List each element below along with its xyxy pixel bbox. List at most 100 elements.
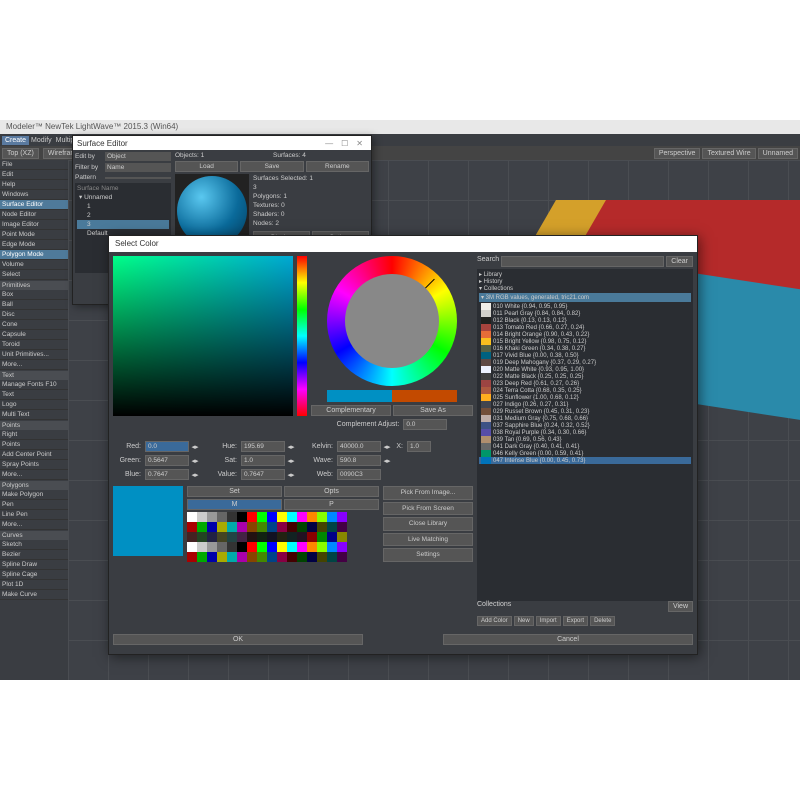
tab[interactable]: Create: [2, 136, 29, 145]
color-item[interactable]: 012 Black {0.13, 0.13, 0.12}: [479, 317, 691, 324]
green-input[interactable]: 0.5647: [145, 455, 189, 466]
sidebar-item[interactable]: Point Mode: [0, 230, 68, 240]
color-item[interactable]: 024 Terra Cotta {0.68, 0.35, 0.25}: [479, 387, 691, 394]
sidebar-item[interactable]: Help: [0, 180, 68, 190]
sidebar-item[interactable]: Points: [0, 440, 68, 450]
sidebar-item[interactable]: Make Curve: [0, 590, 68, 600]
opts-button[interactable]: Opts: [284, 486, 379, 497]
sidebar-item[interactable]: Multi Text: [0, 410, 68, 420]
ok-button[interactable]: OK: [113, 634, 363, 645]
load-button[interactable]: Load: [175, 161, 238, 172]
palette-swatch[interactable]: [277, 512, 287, 522]
palette-swatch[interactable]: [327, 512, 337, 522]
sidebar-item[interactable]: Text: [0, 390, 68, 400]
palette-swatch[interactable]: [337, 542, 347, 552]
web-input[interactable]: 0090C3: [337, 469, 381, 480]
palette-swatch[interactable]: [217, 532, 227, 542]
color-item[interactable]: 016 Khaki Green {0.34, 0.38, 0.27}: [479, 345, 691, 352]
palette-swatch[interactable]: [277, 532, 287, 542]
palette-swatch[interactable]: [207, 522, 217, 532]
list-item[interactable]: 2: [77, 211, 169, 220]
palette-swatch[interactable]: [197, 532, 207, 542]
palette-swatch[interactable]: [327, 522, 337, 532]
pick-image-button[interactable]: Pick From Image...: [383, 486, 473, 500]
sidebar-item[interactable]: Logo: [0, 400, 68, 410]
palette-swatch[interactable]: [297, 522, 307, 532]
sidebar-item[interactable]: Spray Points: [0, 460, 68, 470]
sidebar-item[interactable]: Add Center Point: [0, 450, 68, 460]
color-item[interactable]: 029 Russet Brown {0.45, 0.31, 0.23}: [479, 408, 691, 415]
palette-swatch[interactable]: [287, 512, 297, 522]
color-item[interactable]: 047 Intense Blue {0.00, 0.45, 0.73}: [479, 457, 691, 464]
palette-swatch[interactable]: [247, 522, 257, 532]
addcolor-button[interactable]: Add Color: [477, 616, 512, 626]
palette-swatch[interactable]: [237, 542, 247, 552]
sidebar-item[interactable]: Select: [0, 270, 68, 280]
palette-swatch[interactable]: [197, 552, 207, 562]
export-button[interactable]: Export: [563, 616, 588, 626]
color-library-tree[interactable]: ▸ Library▸ History▾ Collections▾ 3M RGB …: [477, 269, 693, 601]
sidebar-item[interactable]: Node Editor: [0, 210, 68, 220]
palette-swatch[interactable]: [317, 512, 327, 522]
palette-swatch[interactable]: [287, 522, 297, 532]
sidebar-item[interactable]: Volume: [0, 260, 68, 270]
palette-swatch[interactable]: [207, 542, 217, 552]
val-input[interactable]: 0.7647: [241, 469, 285, 480]
sidebar-item[interactable]: Spline Cage: [0, 570, 68, 580]
palette-swatch[interactable]: [247, 512, 257, 522]
palette-swatch[interactable]: [327, 532, 337, 542]
palette-swatch[interactable]: [297, 552, 307, 562]
save-button[interactable]: Save: [240, 161, 303, 172]
sat-input[interactable]: 1.0: [241, 455, 285, 466]
palette-swatch[interactable]: [337, 512, 347, 522]
shade2-dropdown[interactable]: Textured Wire: [702, 148, 755, 159]
color-item[interactable]: 046 Kelly Green {0.00, 0.59, 0.41}: [479, 450, 691, 457]
color-palette[interactable]: [187, 512, 347, 562]
palette-swatch[interactable]: [187, 552, 197, 562]
sidebar-item[interactable]: Pen: [0, 500, 68, 510]
palette-swatch[interactable]: [247, 552, 257, 562]
palette-swatch[interactable]: [207, 512, 217, 522]
pattern-input[interactable]: [105, 177, 171, 179]
sidebar-item[interactable]: Edge Mode: [0, 240, 68, 250]
palette-swatch[interactable]: [217, 542, 227, 552]
color-item[interactable]: 013 Tomato Red {0.66, 0.27, 0.24}: [479, 324, 691, 331]
palette-swatch[interactable]: [247, 542, 257, 552]
palette-swatch[interactable]: [187, 532, 197, 542]
color-item[interactable]: 015 Bright Yellow {0.98, 0.75, 0.12}: [479, 338, 691, 345]
palette-swatch[interactable]: [257, 512, 267, 522]
live-match-button[interactable]: Live Matching: [383, 533, 473, 547]
color-item[interactable]: 025 Sunflower {1.00, 0.68, 0.12}: [479, 394, 691, 401]
persp-dropdown[interactable]: Perspective: [654, 148, 701, 159]
kelvin-input[interactable]: 40000.0: [337, 441, 381, 452]
sidebar-item[interactable]: Cone: [0, 320, 68, 330]
palette-swatch[interactable]: [307, 532, 317, 542]
palette-swatch[interactable]: [317, 532, 327, 542]
pick-screen-button[interactable]: Pick From Screen: [383, 502, 473, 516]
palette-swatch[interactable]: [307, 552, 317, 562]
palette-swatch[interactable]: [277, 542, 287, 552]
list-item[interactable]: 1: [77, 202, 169, 211]
color-item[interactable]: 019 Deep Mahogany {0.37, 0.29, 0.27}: [479, 359, 691, 366]
palette-swatch[interactable]: [277, 522, 287, 532]
palette-swatch[interactable]: [267, 552, 277, 562]
palette-swatch[interactable]: [327, 552, 337, 562]
palette-swatch[interactable]: [307, 542, 317, 552]
palette-swatch[interactable]: [237, 532, 247, 542]
palette-swatch[interactable]: [297, 512, 307, 522]
palette-swatch[interactable]: [327, 542, 337, 552]
new-button[interactable]: New: [514, 616, 534, 626]
color-item[interactable]: 041 Dark Gray {0.40, 0.41, 0.41}: [479, 443, 691, 450]
sidebar-item[interactable]: Image Editor: [0, 220, 68, 230]
m-button[interactable]: M: [187, 499, 282, 510]
palette-swatch[interactable]: [297, 532, 307, 542]
color-item[interactable]: 037 Sapphire Blue {0.24, 0.32, 0.52}: [479, 422, 691, 429]
palette-swatch[interactable]: [237, 522, 247, 532]
color-item[interactable]: 038 Royal Purple {0.34, 0.30, 0.66}: [479, 429, 691, 436]
palette-swatch[interactable]: [237, 512, 247, 522]
import-button[interactable]: Import: [536, 616, 561, 626]
palette-swatch[interactable]: [277, 552, 287, 562]
palette-swatch[interactable]: [237, 552, 247, 562]
palette-swatch[interactable]: [257, 522, 267, 532]
list-item[interactable]: ▾ Unnamed: [77, 192, 169, 202]
